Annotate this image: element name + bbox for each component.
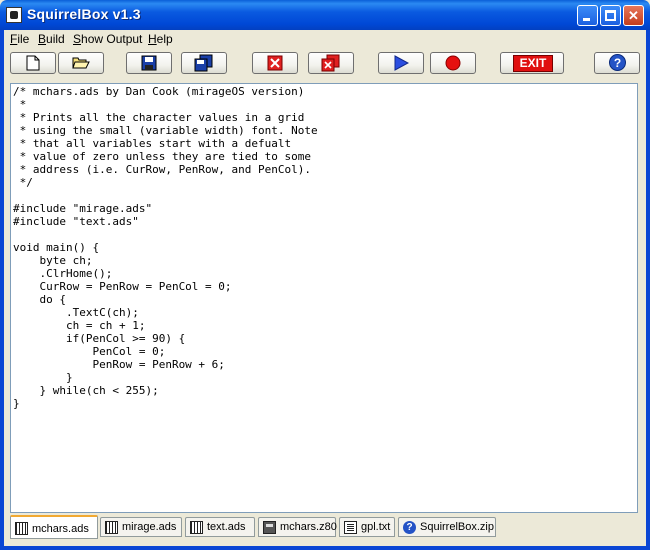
minimize-button[interactable] xyxy=(577,5,598,26)
document-icon xyxy=(344,521,357,534)
menu-help[interactable]: Help xyxy=(148,32,173,46)
tab-label: mchars.z80 xyxy=(280,521,337,533)
open-folder-icon xyxy=(72,57,90,69)
window-frame-bottom xyxy=(0,546,650,550)
menu-help-label: elp xyxy=(156,32,173,46)
exit-label: EXIT xyxy=(513,55,553,72)
save-all-button[interactable] xyxy=(181,52,227,74)
menu-build-label: uild xyxy=(46,32,65,46)
help-icon: ? xyxy=(609,54,626,71)
save-icon xyxy=(141,55,157,71)
exit-button[interactable]: EXIT xyxy=(500,52,564,74)
tab-label: SquirrelBox.zip xyxy=(420,521,494,533)
new-file-icon xyxy=(26,55,40,71)
menu-file-label: ile xyxy=(17,32,30,46)
tab-label: gpl.txt xyxy=(361,521,391,533)
grid-icon xyxy=(15,522,28,535)
window-title: SquirrelBox v1.3 xyxy=(27,6,141,22)
grid-icon xyxy=(105,521,118,534)
tab-label: mchars.ads xyxy=(32,523,89,535)
window-frame-right xyxy=(646,30,650,550)
grid-icon xyxy=(190,521,203,534)
code-text[interactable]: /* mchars.ads by Dan Cook (mirageOS vers… xyxy=(11,84,637,410)
run-button[interactable] xyxy=(378,52,424,74)
help-button[interactable]: ? xyxy=(594,52,640,74)
calculator-icon xyxy=(263,521,276,534)
stop-icon xyxy=(445,55,461,71)
close-file-button[interactable] xyxy=(252,52,298,74)
close-all-icon xyxy=(321,54,340,72)
close-all-button[interactable] xyxy=(308,52,354,74)
play-icon xyxy=(394,55,409,71)
app-icon[interactable] xyxy=(6,7,22,23)
tab-mchars-z80[interactable]: mchars.z80 xyxy=(258,517,337,537)
menu-show-output-accel: S xyxy=(73,32,82,46)
new-file-button[interactable] xyxy=(10,52,56,74)
tab-squirrelbox-zip[interactable]: ? SquirrelBox.zip xyxy=(398,517,496,537)
menu-show-output[interactable]: Show Output xyxy=(73,32,142,46)
menu-build[interactable]: Build xyxy=(38,32,65,46)
help-icon: ? xyxy=(403,521,416,534)
code-editor[interactable]: /* mchars.ads by Dan Cook (mirageOS vers… xyxy=(10,83,638,513)
open-file-button[interactable] xyxy=(58,52,104,74)
tab-mchars-ads[interactable]: mchars.ads xyxy=(10,515,98,539)
maximize-button[interactable] xyxy=(600,5,621,26)
tab-label: text.ads xyxy=(207,521,246,533)
menu-show-output-label: how Output xyxy=(81,32,143,46)
menu-help-accel: H xyxy=(148,32,157,46)
save-all-icon xyxy=(194,54,213,72)
close-file-icon xyxy=(267,55,283,71)
window-frame-left xyxy=(0,30,4,550)
tab-gpl-txt[interactable]: gpl.txt xyxy=(339,517,395,537)
menu-build-accel: B xyxy=(38,32,47,46)
toolbar: EXIT ? xyxy=(4,50,646,78)
file-tabs: mchars.ads mirage.ads text.ads mchars.z8… xyxy=(10,514,640,540)
tab-text-ads[interactable]: text.ads xyxy=(185,517,255,537)
close-button[interactable]: ✕ xyxy=(623,5,644,26)
save-button[interactable] xyxy=(126,52,172,74)
title-bar: SquirrelBox v1.3 ✕ xyxy=(0,0,650,30)
tab-mirage-ads[interactable]: mirage.ads xyxy=(100,517,182,537)
stop-button[interactable] xyxy=(430,52,476,74)
tab-label: mirage.ads xyxy=(122,521,177,533)
menu-bar: File Build Show Output Help xyxy=(4,30,646,48)
menu-file[interactable]: File xyxy=(10,32,29,46)
